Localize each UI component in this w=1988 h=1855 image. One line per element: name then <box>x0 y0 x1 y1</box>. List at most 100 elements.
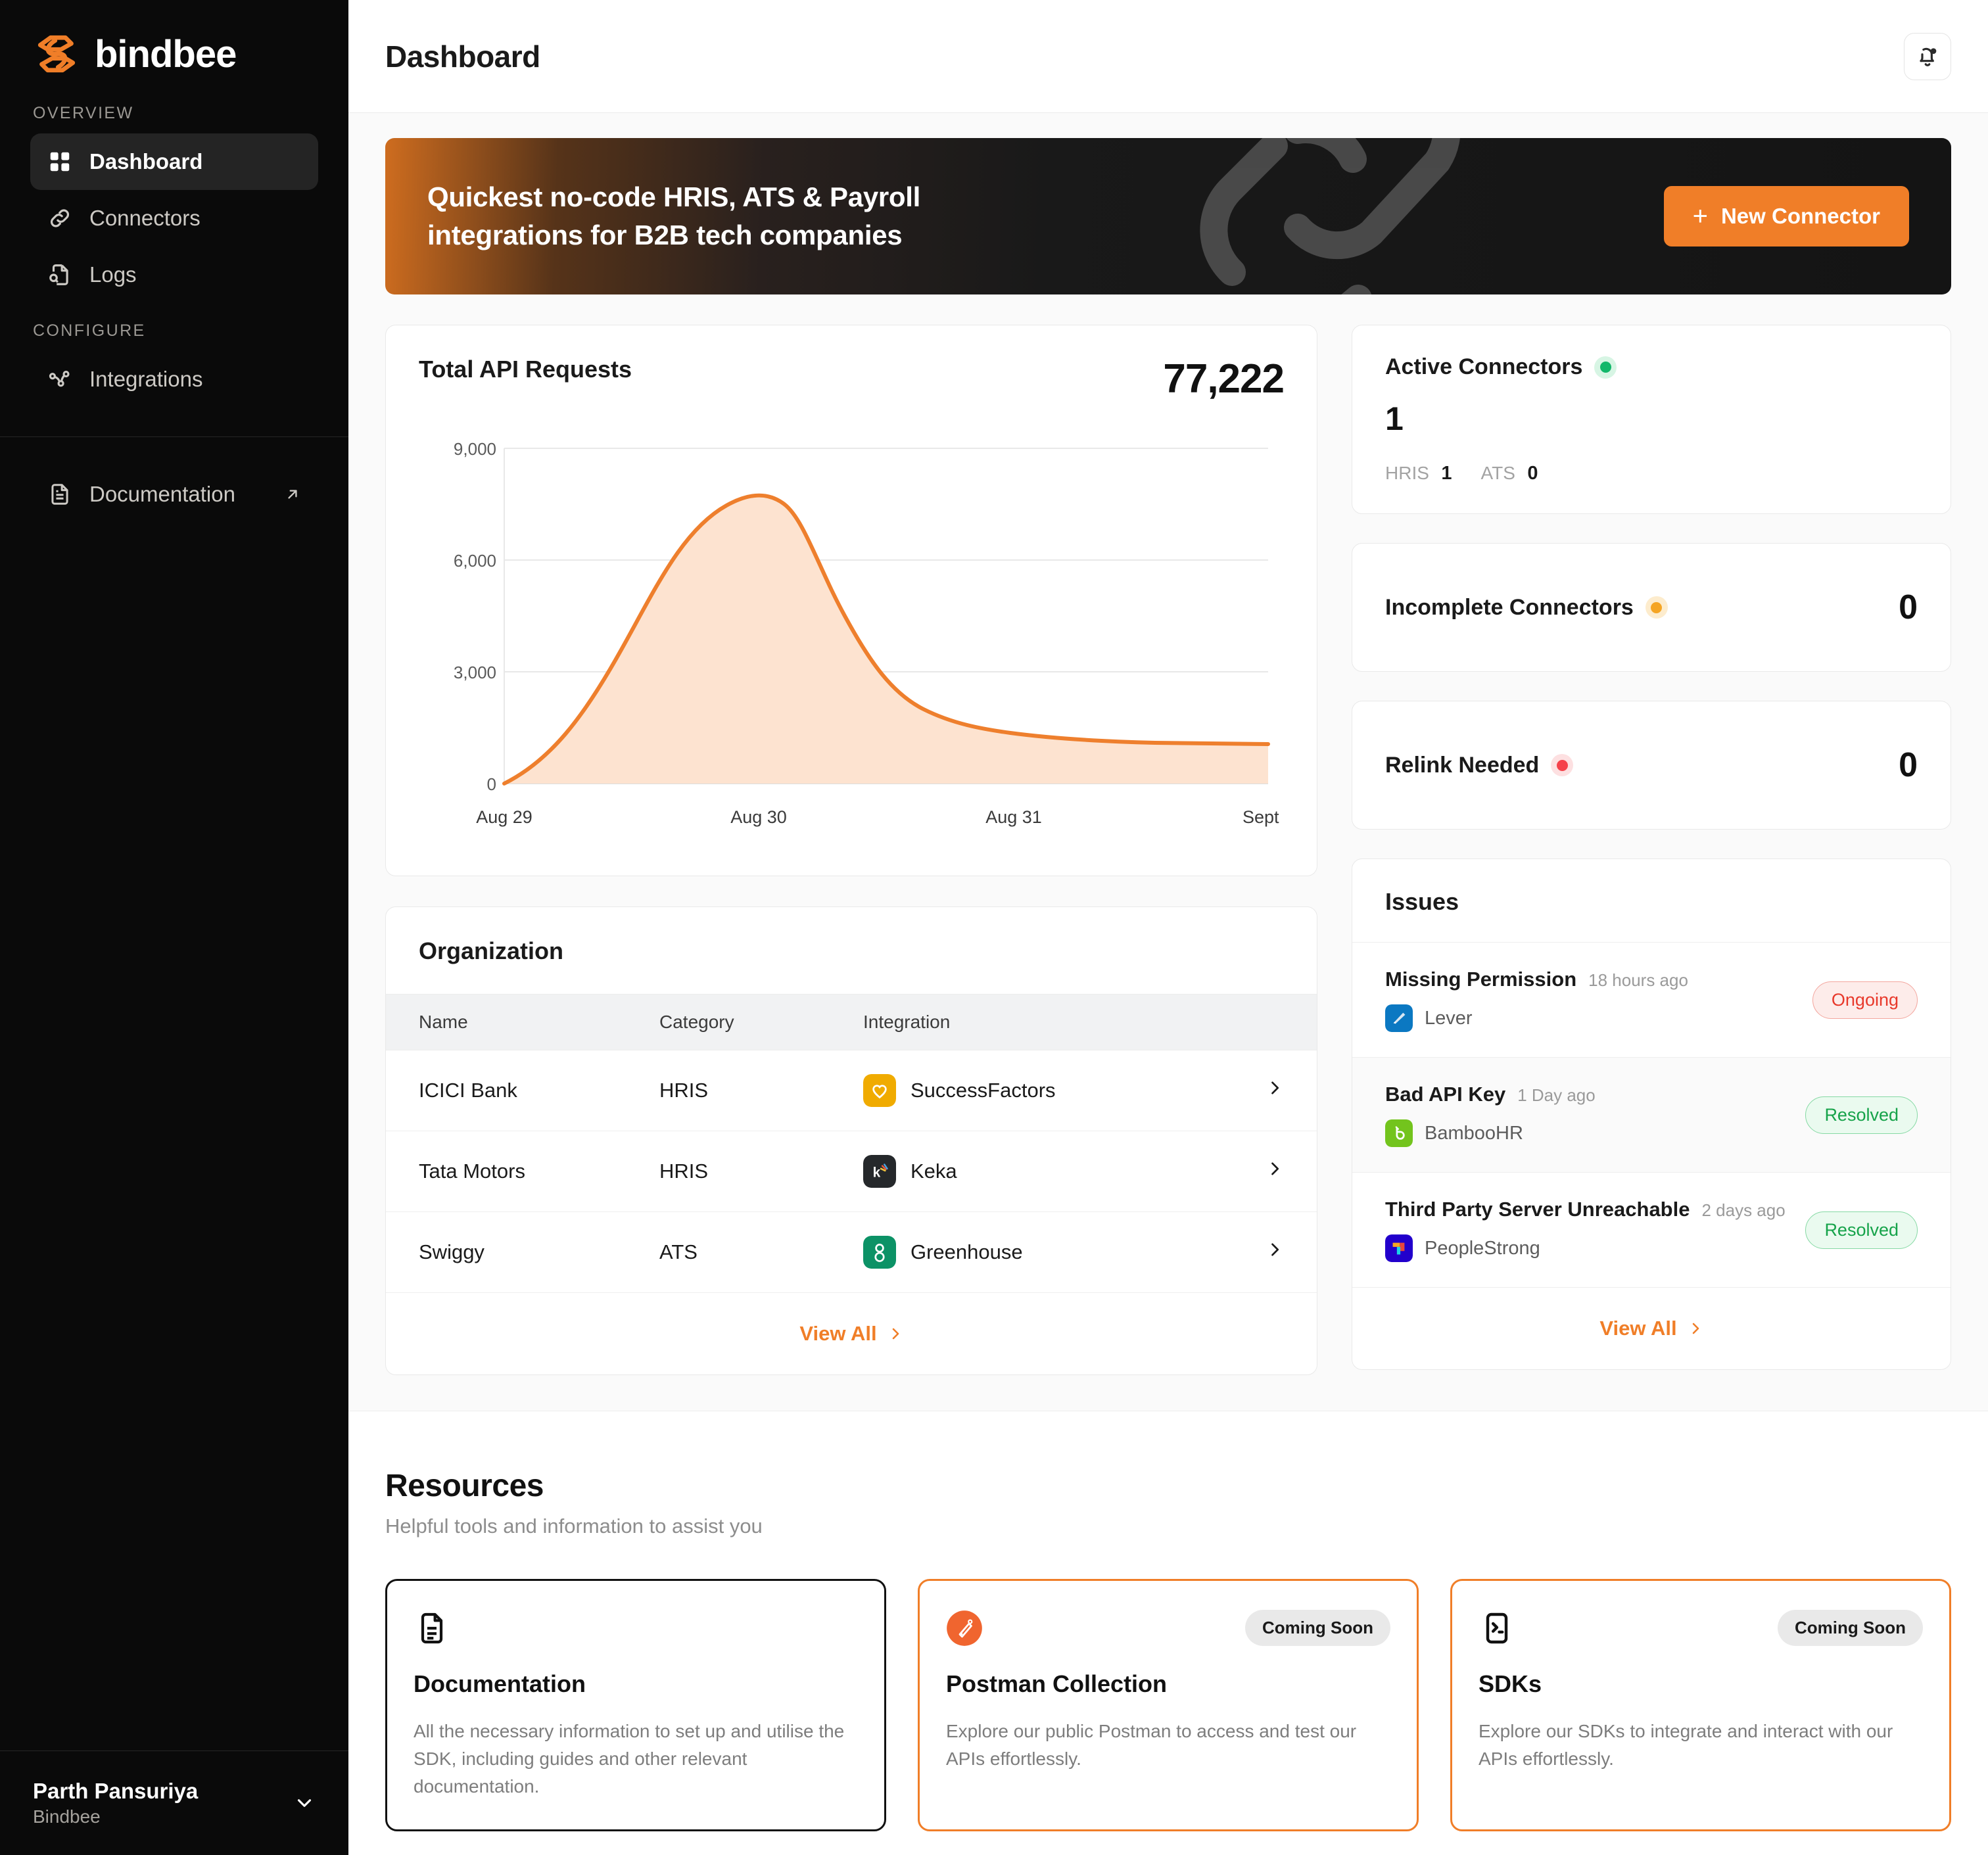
file-search-icon <box>49 264 68 285</box>
incomplete-connectors-card: Incomplete Connectors 0 <box>1352 543 1951 672</box>
notifications-button[interactable] <box>1904 32 1951 80</box>
issue-bottom: Lever <box>1385 1004 1812 1032</box>
issue-main: Missing Permission 18 hours ago Lever <box>1385 968 1812 1032</box>
org-integration-label: Keka <box>911 1160 957 1183</box>
issue-provider: BambooHR <box>1425 1122 1523 1144</box>
table-row[interactable]: Swiggy ATS Greenhouse <box>386 1211 1317 1293</box>
sidebar-item-integrations[interactable]: Integrations <box>30 351 318 408</box>
resource-card-desc: Explore our public Postman to access and… <box>946 1721 1357 1769</box>
user-name: Parth Pansuriya <box>33 1779 199 1804</box>
greenhouse-logo-icon <box>863 1236 896 1269</box>
user-profile-button[interactable]: Parth Pansuriya Bindbee <box>0 1750 348 1855</box>
peoplestrong-logo-icon <box>1385 1234 1413 1262</box>
chart-total-value: 77,222 <box>1163 356 1285 402</box>
chevron-right-icon <box>1271 1162 1279 1175</box>
table-header-row: Name Category Integration <box>386 994 1317 1050</box>
chart-title: Total API Requests <box>419 356 632 383</box>
resource-card-postman[interactable]: Coming Soon Postman Collection Explore o… <box>918 1579 1419 1831</box>
chevron-down-icon <box>297 1799 312 1807</box>
coming-soon-badge: Coming Soon <box>1245 1610 1390 1646</box>
resource-card-desc: All the necessary information to set up … <box>414 1721 845 1796</box>
top-header: Dashboard <box>348 0 1988 113</box>
sidebar-divider <box>0 436 348 437</box>
org-name: ICICI Bank <box>386 1050 659 1131</box>
issue-row[interactable]: Missing Permission 18 hours ago Lever On… <box>1352 943 1951 1058</box>
issues-title: Issues <box>1352 859 1951 943</box>
sidebar: bindbee OVERVIEW Dashboard Connectors Lo… <box>0 0 348 1855</box>
breakdown-hris-value: 1 <box>1441 463 1452 484</box>
new-connector-button[interactable]: + New Connector <box>1663 186 1909 247</box>
issue-provider: Lever <box>1425 1007 1473 1029</box>
chevron-right-icon <box>1692 1323 1699 1334</box>
org-row-action[interactable] <box>1244 1131 1317 1212</box>
api-requests-card: Total API Requests 77,222 9,000 6,000 3,… <box>385 325 1317 876</box>
issue-name: Bad API Key <box>1385 1083 1506 1106</box>
y-tick-0: 0 <box>487 774 496 794</box>
chain-link-graphic-icon <box>1200 138 1460 294</box>
breakdown-ats-label: ATS <box>1480 463 1515 483</box>
active-connectors-label: Active Connectors <box>1385 354 1583 379</box>
coming-soon-badge: Coming Soon <box>1778 1610 1923 1646</box>
sidebar-item-label: Dashboard <box>89 149 203 174</box>
dashboard-content: Quickest no-code HRIS, ATS & Payroll int… <box>348 113 1988 1375</box>
sidebar-item-dashboard[interactable]: Dashboard <box>30 133 318 190</box>
org-name: Swiggy <box>386 1211 659 1293</box>
resource-card-title: Documentation <box>414 1670 586 1697</box>
issues-view-all-link[interactable]: View All <box>1352 1288 1951 1369</box>
active-connectors-breakdown: HRIS 1 ATS 0 <box>1385 463 1918 484</box>
bamboohr-logo-icon <box>1385 1119 1413 1147</box>
resource-card-documentation[interactable]: Documentation All the necessary informat… <box>385 1579 886 1831</box>
organization-title: Organization <box>419 937 564 964</box>
column-header-category: Category <box>659 994 863 1050</box>
issue-provider: PeopleStrong <box>1425 1237 1540 1259</box>
right-column: Active Connectors 1 HRIS 1 ATS 0 Incompl… <box>1352 325 1951 1370</box>
x-tick-aug-29: Aug 29 <box>476 807 532 827</box>
org-row-action[interactable] <box>1244 1050 1317 1131</box>
app-root: bindbee OVERVIEW Dashboard Connectors Lo… <box>0 0 1988 1855</box>
breakdown-ats: ATS 0 <box>1481 463 1538 484</box>
terminal-icon <box>1486 1612 1508 1644</box>
sidebar-item-documentation[interactable]: Documentation <box>30 466 318 523</box>
lever-logo-icon <box>1385 1004 1413 1032</box>
organization-view-all-link[interactable]: View All <box>386 1293 1317 1374</box>
chevron-right-icon <box>1271 1243 1279 1256</box>
new-connector-label: New Connector <box>1720 204 1880 228</box>
table-row[interactable]: Tata Motors HRIS k Keka <box>386 1131 1317 1212</box>
breakdown-ats-value: 0 <box>1527 463 1538 484</box>
x-tick-aug-30: Aug 30 <box>730 807 787 827</box>
nodes-icon <box>49 371 70 387</box>
page-scroll[interactable]: Quickest no-code HRIS, ATS & Payroll int… <box>348 113 1988 1855</box>
chevron-right-icon <box>892 1328 899 1340</box>
y-tick-6000: 6,000 <box>454 551 496 571</box>
resources-grid: Documentation All the necessary informat… <box>385 1579 1951 1831</box>
chart-plot: 9,000 6,000 3,000 0 Aug 29 Aug 30 Aug 31… <box>419 429 1285 849</box>
postman-logo-icon <box>947 1610 982 1646</box>
org-row-action[interactable] <box>1244 1211 1317 1293</box>
resources-title: Resources <box>385 1468 544 1503</box>
resource-card-sdks[interactable]: Coming Soon SDKs Explore our SDKs to int… <box>1450 1579 1951 1831</box>
issues-card: Issues Missing Permission 18 hours ago L… <box>1352 858 1951 1370</box>
issue-bottom: PeopleStrong <box>1385 1234 1805 1262</box>
issue-row[interactable]: Bad API Key 1 Day ago BambooHR Resolved <box>1352 1058 1951 1173</box>
external-link-arrow-icon <box>288 490 297 499</box>
organization-table: Name Category Integration ICICI Bank HRI… <box>386 994 1317 1293</box>
organization-view-all-label: View All <box>799 1322 877 1345</box>
org-integration-label: SuccessFactors <box>911 1079 1056 1102</box>
brand-logo[interactable]: bindbee <box>0 0 348 85</box>
issue-name: Missing Permission <box>1385 968 1577 991</box>
x-tick-aug-31: Aug 31 <box>985 807 1042 827</box>
org-integration-label: Greenhouse <box>911 1240 1023 1263</box>
relink-needed-card: Relink Needed 0 <box>1352 701 1951 830</box>
org-integration-cell: k Keka <box>863 1131 1244 1212</box>
sidebar-item-logs[interactable]: Logs <box>30 247 318 303</box>
svg-text:k: k <box>873 1165 881 1180</box>
resource-card-head: Coming Soon <box>946 1610 1390 1647</box>
issue-top: Bad API Key 1 Day ago <box>1385 1083 1805 1106</box>
column-header-integration: Integration <box>863 994 1244 1050</box>
table-row[interactable]: ICICI Bank HRIS SuccessFactors <box>386 1050 1317 1131</box>
page-title: Dashboard <box>385 39 540 74</box>
issue-row[interactable]: Third Party Server Unreachable 2 days ag… <box>1352 1173 1951 1288</box>
sidebar-item-connectors[interactable]: Connectors <box>30 190 318 247</box>
column-header-name: Name <box>386 994 659 1050</box>
org-name: Tata Motors <box>386 1131 659 1212</box>
